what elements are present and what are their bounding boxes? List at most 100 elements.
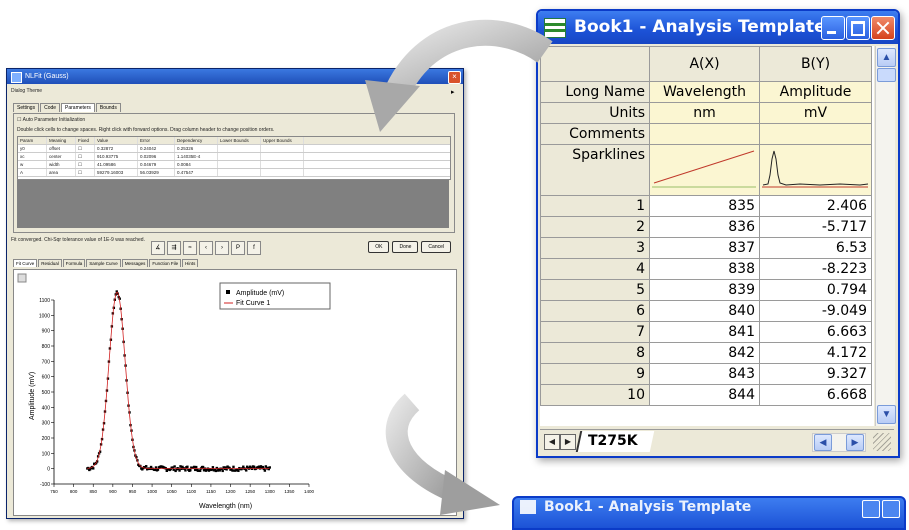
tab-code[interactable]: Code bbox=[40, 103, 61, 112]
simulate-icon[interactable]: ≈ bbox=[183, 241, 197, 255]
minimize-icon[interactable] bbox=[821, 16, 845, 40]
tab-messages[interactable]: Messages bbox=[121, 259, 149, 267]
cell-comments-b[interactable] bbox=[759, 123, 872, 145]
y-axis-label: Amplitude (mV) bbox=[29, 372, 36, 420]
cell-b[interactable]: 4.172 bbox=[759, 342, 872, 364]
data-point bbox=[144, 465, 148, 468]
cell-a[interactable]: 835 bbox=[649, 195, 760, 217]
cell-long-name-a[interactable]: Wavelength bbox=[649, 81, 760, 103]
scroll-down-icon[interactable]: ▼ bbox=[877, 405, 896, 424]
maximize-icon[interactable] bbox=[846, 16, 870, 40]
done-button[interactable]: Done bbox=[392, 241, 419, 253]
table-row[interactable]: xc center ☐ 910.93775 0.02096 1.14035E-4 bbox=[18, 153, 450, 161]
next-icon[interactable]: › bbox=[215, 241, 229, 255]
row-number[interactable]: 8 bbox=[540, 342, 650, 364]
row-number[interactable]: 4 bbox=[540, 258, 650, 280]
sparkline-b[interactable] bbox=[759, 144, 872, 196]
cell-b[interactable]: 9.327 bbox=[759, 363, 872, 385]
cell-a[interactable]: 842 bbox=[649, 342, 760, 364]
prev-sheet-icon[interactable]: ◀ bbox=[544, 434, 560, 450]
close-icon[interactable]: × bbox=[448, 71, 461, 84]
cell-b[interactable]: 6.53 bbox=[759, 237, 872, 259]
column-header-a[interactable]: A(X) bbox=[649, 46, 760, 82]
function-icon[interactable]: f bbox=[247, 241, 261, 255]
cell-units-b[interactable]: mV bbox=[759, 102, 872, 124]
close-icon[interactable] bbox=[871, 16, 895, 40]
tab-sample-curve[interactable]: Sample Curve bbox=[86, 259, 121, 267]
cell-long-name-b[interactable]: Amplitude bbox=[759, 81, 872, 103]
sparkline-a[interactable] bbox=[649, 144, 760, 196]
table-row[interactable]: Aarea ☐ 59279.16003 56.03929 0.47547 bbox=[18, 169, 450, 177]
next-sheet-icon[interactable]: ▶ bbox=[560, 434, 576, 450]
row-number[interactable]: 2 bbox=[540, 216, 650, 238]
ok-button[interactable]: OK bbox=[368, 241, 390, 253]
cell-a[interactable]: 844 bbox=[649, 384, 760, 406]
book1-title-bar[interactable]: Book1 - Analysis Template bbox=[538, 11, 898, 44]
row-number[interactable]: 7 bbox=[540, 321, 650, 343]
minimize-icon[interactable] bbox=[862, 500, 880, 518]
table-header-row: Param Meaning Fixed Value Error Dependen… bbox=[18, 137, 450, 145]
row-label-long-name[interactable]: Long Name bbox=[540, 81, 650, 103]
prev-icon[interactable]: ‹ bbox=[199, 241, 213, 255]
workbook-icon bbox=[520, 500, 536, 514]
vertical-scrollbar[interactable]: ▲ ▼ bbox=[875, 46, 896, 426]
maximize-icon[interactable] bbox=[882, 500, 900, 518]
tab-settings[interactable]: Settings bbox=[13, 103, 40, 112]
iterate-icon[interactable]: ⇶ bbox=[167, 241, 181, 255]
cell-units-a[interactable]: nm bbox=[649, 102, 760, 124]
column-header-b[interactable]: B(Y) bbox=[759, 46, 872, 82]
cell-a[interactable]: 839 bbox=[649, 279, 760, 301]
nlfit-title-bar[interactable]: NLFit (Gauss) × bbox=[7, 69, 463, 84]
row-number[interactable]: 6 bbox=[540, 300, 650, 322]
cell-b[interactable]: 6.668 bbox=[759, 384, 872, 406]
scroll-up-icon[interactable]: ▲ bbox=[877, 48, 896, 67]
cell-a[interactable]: 836 bbox=[649, 216, 760, 238]
sheet-tab-bar: ◀ ▶ T275K ◀ ▶ bbox=[540, 429, 894, 454]
row-number[interactable]: 9 bbox=[540, 363, 650, 385]
param-icon[interactable]: P bbox=[231, 241, 245, 255]
book1-window-2-title-bar[interactable]: Book1 - Analysis Template bbox=[514, 498, 904, 516]
data-point bbox=[195, 465, 198, 469]
row-number[interactable]: 3 bbox=[540, 237, 650, 259]
tab-parameters[interactable]: Parameters bbox=[61, 103, 95, 112]
tab-hints[interactable]: Hints bbox=[182, 259, 199, 267]
fit-icon[interactable]: ∡ bbox=[151, 241, 165, 255]
row-number[interactable]: 1 bbox=[540, 195, 650, 217]
cell-a[interactable]: 843 bbox=[649, 363, 760, 385]
cell-b[interactable]: 6.663 bbox=[759, 321, 872, 343]
row-label-units[interactable]: Units bbox=[540, 102, 650, 124]
table-row[interactable]: y0 offset ☐ 0.32872 0.24042 0.25326 bbox=[18, 145, 450, 153]
resize-grip-icon[interactable] bbox=[873, 433, 891, 451]
tab-bounds[interactable]: Bounds bbox=[95, 103, 121, 112]
scroll-thumb[interactable] bbox=[877, 68, 896, 82]
corner-cell[interactable] bbox=[540, 46, 650, 82]
row-label-comments[interactable]: Comments bbox=[540, 123, 650, 145]
cell-b[interactable]: -9.049 bbox=[759, 300, 872, 322]
cell-b[interactable]: 2.406 bbox=[759, 195, 872, 217]
scroll-right-icon[interactable]: ▶ bbox=[846, 434, 864, 451]
cancel-button[interactable]: Cancel bbox=[421, 241, 451, 253]
cell-b[interactable]: -8.223 bbox=[759, 258, 872, 280]
auto-init-checkbox[interactable]: ☐ Auto Parameter Initialization bbox=[17, 117, 85, 123]
sheet-tab-t275k[interactable]: T275K bbox=[575, 431, 654, 452]
cell-a[interactable]: 840 bbox=[649, 300, 760, 322]
tab-formula[interactable]: Formula bbox=[62, 259, 86, 267]
cell-a[interactable]: 837 bbox=[649, 237, 760, 259]
sparkline-b-line bbox=[762, 150, 869, 186]
row-number[interactable]: 10 bbox=[540, 384, 650, 406]
cell-a[interactable]: 841 bbox=[649, 321, 760, 343]
cell-b[interactable]: -5.717 bbox=[759, 216, 872, 238]
y-tick-label: 300 bbox=[42, 421, 51, 427]
tab-residual[interactable]: Residual bbox=[38, 259, 62, 267]
row-number[interactable]: 5 bbox=[540, 279, 650, 301]
cell-a[interactable]: 838 bbox=[649, 258, 760, 280]
expand-arrow-icon[interactable]: ▸ bbox=[451, 89, 459, 97]
cell-b[interactable]: 0.794 bbox=[759, 279, 872, 301]
tab-function-file[interactable]: Function File bbox=[149, 259, 182, 267]
horizontal-scrollbar[interactable]: ◀ ▶ bbox=[812, 433, 866, 452]
cell-comments-a[interactable] bbox=[649, 123, 760, 145]
scroll-left-icon[interactable]: ◀ bbox=[814, 434, 832, 451]
row-label-sparklines[interactable]: Sparklines bbox=[540, 144, 650, 196]
table-row[interactable]: w width ☐ 41.09586 0.04679 0.0084 bbox=[18, 161, 450, 169]
tab-fit-curve[interactable]: Fit Curve bbox=[13, 259, 38, 267]
